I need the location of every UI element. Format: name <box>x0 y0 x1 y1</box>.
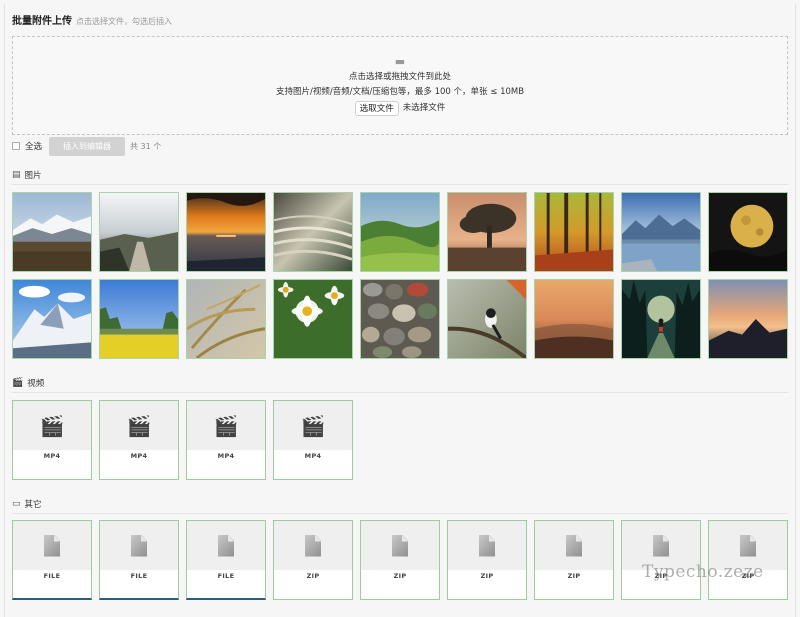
image-thumb-lone-tree[interactable] <box>447 192 527 272</box>
video-type-label: MP4 <box>217 452 235 460</box>
file-dropzone[interactable]: ▬ 点击选择或拖拽文件到此处 支持图片/视频/音频/文档/压缩包等，最多 100… <box>12 36 788 135</box>
video-card[interactable]: 🎬 MP4 <box>99 400 179 480</box>
insert-to-editor-button[interactable]: 插入到编辑器 <box>49 136 126 156</box>
panel-header: 批量附件上传 点击选择文件，勾选后插入 <box>12 12 172 27</box>
image-thumb-daisies[interactable] <box>273 279 353 359</box>
image-thumb-full-moon[interactable] <box>708 192 788 272</box>
image-icon: ▤ <box>12 170 21 180</box>
section-others-title: 其它 <box>24 500 42 510</box>
file-type-label: ZIP <box>567 572 581 580</box>
clapperboard-icon: 🎬 <box>39 413 65 438</box>
action-bar: 全选 插入到编辑器 共 31 个 <box>12 136 161 156</box>
file-icon <box>131 534 147 557</box>
video-card[interactable]: 🎬 MP4 <box>186 400 266 480</box>
file-card[interactable]: FILE <box>99 520 179 600</box>
image-thumb-sunset-mountain[interactable] <box>708 279 788 359</box>
image-thumb-pebbles[interactable] <box>360 279 440 359</box>
section-images-title: 图片 <box>24 171 42 181</box>
zip-file-icon <box>479 534 495 557</box>
zip-card[interactable]: ZIP <box>621 520 701 600</box>
image-thumb-bird-on-branch[interactable] <box>447 279 527 359</box>
zip-file-icon <box>566 534 582 557</box>
zip-file-icon <box>392 534 408 557</box>
no-file-status: 未选择文件 <box>402 103 446 113</box>
section-divider <box>12 392 788 393</box>
dropzone-limits: 支持图片/视频/音频/文档/压缩包等，最多 100 个，单张 ≤ 10MB <box>275 86 525 97</box>
choose-file-button[interactable]: 选取文件 <box>354 100 399 116</box>
zip-file-icon <box>305 534 321 557</box>
image-thumb-sea-sunset[interactable] <box>186 192 266 272</box>
file-card[interactable]: FILE <box>12 520 92 600</box>
image-thumb-autumn-forest[interactable] <box>534 192 614 272</box>
zip-card[interactable]: ZIP <box>534 520 614 600</box>
video-type-label: MP4 <box>130 452 148 460</box>
image-thumb-mountain-lake[interactable] <box>621 192 701 272</box>
image-thumb-snowy-peak[interactable] <box>12 279 92 359</box>
file-type-label: FILE <box>217 572 235 580</box>
section-images-header: ▤ 图片 <box>12 169 788 181</box>
image-thumb-rice-terraces[interactable] <box>273 192 353 272</box>
select-all-label[interactable]: 全选 <box>25 140 42 152</box>
file-count: 共 31 个 <box>130 141 162 151</box>
select-all-checkbox[interactable] <box>12 142 20 150</box>
section-divider <box>12 513 788 514</box>
video-type-label: MP4 <box>304 452 322 460</box>
section-others-header: ▭ 其它 <box>12 498 788 510</box>
dropzone-instruction: 点击选择或拖拽文件到此处 <box>348 71 451 82</box>
clapperboard-icon: 🎬 <box>300 413 326 438</box>
file-input-row: 选取文件 未选择文件 <box>354 100 446 116</box>
zip-file-icon <box>740 534 756 557</box>
image-thumb-night-forest-walker[interactable] <box>621 279 701 359</box>
file-card[interactable]: FILE <box>186 520 266 600</box>
zip-card[interactable]: ZIP <box>447 520 527 600</box>
section-divider <box>12 184 788 185</box>
image-thumb-foggy-forest-path[interactable] <box>99 192 179 272</box>
image-thumb-green-hills[interactable] <box>360 192 440 272</box>
zip-file-icon <box>653 534 669 557</box>
image-thumb-snowy-mountain-plain[interactable] <box>12 192 92 272</box>
file-icon <box>44 534 60 557</box>
image-thumb-wheat-ears[interactable] <box>186 279 266 359</box>
file-type-label: ZIP <box>393 572 407 580</box>
watermark: Typecho.zeze <box>642 562 764 582</box>
section-videos-header: 🎬 视频 <box>12 377 788 389</box>
file-type-label: FILE <box>43 572 61 580</box>
clapperboard-icon: 🎬 <box>126 413 152 438</box>
video-card[interactable]: 🎬 MP4 <box>12 400 92 480</box>
panel-title: 批量附件上传 <box>12 16 72 27</box>
image-thumb-misty-hills[interactable] <box>534 279 614 359</box>
panel-hint: 点击选择文件，勾选后插入 <box>76 17 172 26</box>
clapperboard-icon: 🎬 <box>12 378 24 388</box>
file-type-label: ZIP <box>306 572 320 580</box>
zip-card[interactable]: ZIP <box>273 520 353 600</box>
zip-card[interactable]: ZIP <box>708 520 788 600</box>
section-videos-title: 视频 <box>27 379 45 389</box>
file-type-label: FILE <box>130 572 148 580</box>
file-icon <box>218 534 234 557</box>
document-icon: ▭ <box>12 499 21 509</box>
image-thumb-rapeseed-field[interactable] <box>99 279 179 359</box>
video-card[interactable]: 🎬 MP4 <box>273 400 353 480</box>
clapperboard-icon: 🎬 <box>213 413 239 438</box>
folder-icon: ▬ <box>394 54 406 68</box>
zip-card[interactable]: ZIP <box>360 520 440 600</box>
file-type-label: ZIP <box>480 572 494 580</box>
video-type-label: MP4 <box>43 452 61 460</box>
